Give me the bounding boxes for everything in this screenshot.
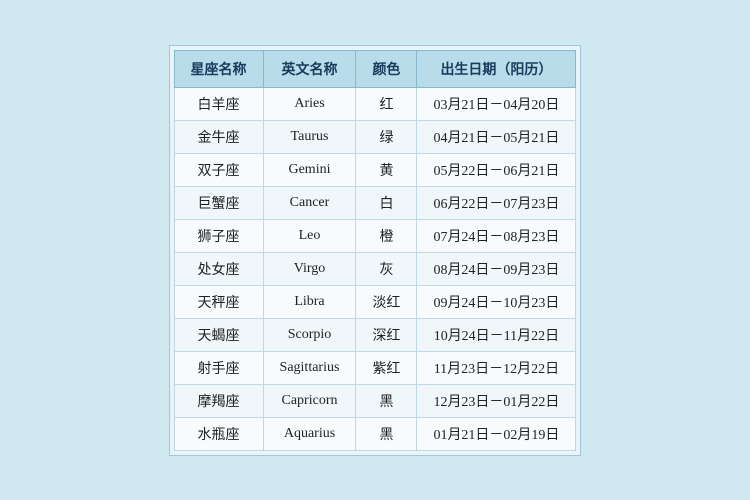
cell-r4-c2: 橙 xyxy=(356,219,417,252)
cell-r7-c0: 天蝎座 xyxy=(174,318,263,351)
cell-r3-c3: 06月22日－07月23日 xyxy=(417,186,576,219)
table-row: 金牛座Taurus绿04月21日－05月21日 xyxy=(174,120,576,153)
cell-r1-c2: 绿 xyxy=(356,120,417,153)
cell-r4-c1: Leo xyxy=(263,219,356,252)
cell-r10-c3: 01月21日－02月19日 xyxy=(417,417,576,450)
table-row: 天秤座Libra淡红09月24日－10月23日 xyxy=(174,285,576,318)
cell-r0-c3: 03月21日－04月20日 xyxy=(417,87,576,120)
zodiac-table-container: 星座名称 英文名称 颜色 出生日期（阳历） 白羊座Aries红03月21日－04… xyxy=(169,45,582,456)
table-row: 狮子座Leo橙07月24日－08月23日 xyxy=(174,219,576,252)
cell-r1-c1: Taurus xyxy=(263,120,356,153)
cell-r2-c3: 05月22日－06月21日 xyxy=(417,153,576,186)
col-header-english-name: 英文名称 xyxy=(263,50,356,87)
cell-r1-c0: 金牛座 xyxy=(174,120,263,153)
col-header-chinese-name: 星座名称 xyxy=(174,50,263,87)
cell-r2-c1: Gemini xyxy=(263,153,356,186)
cell-r5-c0: 处女座 xyxy=(174,252,263,285)
cell-r7-c2: 深红 xyxy=(356,318,417,351)
table-row: 摩羯座Capricorn黑12月23日－01月22日 xyxy=(174,384,576,417)
cell-r6-c2: 淡红 xyxy=(356,285,417,318)
cell-r8-c2: 紫红 xyxy=(356,351,417,384)
cell-r3-c1: Cancer xyxy=(263,186,356,219)
cell-r4-c3: 07月24日－08月23日 xyxy=(417,219,576,252)
cell-r0-c0: 白羊座 xyxy=(174,87,263,120)
cell-r7-c1: Scorpio xyxy=(263,318,356,351)
table-row: 巨蟹座Cancer白06月22日－07月23日 xyxy=(174,186,576,219)
zodiac-table: 星座名称 英文名称 颜色 出生日期（阳历） 白羊座Aries红03月21日－04… xyxy=(174,50,577,451)
table-row: 射手座Sagittarius紫红11月23日－12月22日 xyxy=(174,351,576,384)
cell-r9-c1: Capricorn xyxy=(263,384,356,417)
cell-r10-c0: 水瓶座 xyxy=(174,417,263,450)
table-row: 双子座Gemini黄05月22日－06月21日 xyxy=(174,153,576,186)
cell-r4-c0: 狮子座 xyxy=(174,219,263,252)
cell-r3-c2: 白 xyxy=(356,186,417,219)
cell-r1-c3: 04月21日－05月21日 xyxy=(417,120,576,153)
cell-r0-c1: Aries xyxy=(263,87,356,120)
cell-r2-c2: 黄 xyxy=(356,153,417,186)
col-header-birthdate: 出生日期（阳历） xyxy=(417,50,576,87)
cell-r0-c2: 红 xyxy=(356,87,417,120)
cell-r2-c0: 双子座 xyxy=(174,153,263,186)
cell-r6-c3: 09月24日－10月23日 xyxy=(417,285,576,318)
cell-r9-c3: 12月23日－01月22日 xyxy=(417,384,576,417)
cell-r6-c0: 天秤座 xyxy=(174,285,263,318)
cell-r10-c1: Aquarius xyxy=(263,417,356,450)
table-body: 白羊座Aries红03月21日－04月20日金牛座Taurus绿04月21日－0… xyxy=(174,87,576,450)
col-header-color: 颜色 xyxy=(356,50,417,87)
cell-r10-c2: 黑 xyxy=(356,417,417,450)
cell-r9-c2: 黑 xyxy=(356,384,417,417)
table-row: 白羊座Aries红03月21日－04月20日 xyxy=(174,87,576,120)
table-row: 水瓶座Aquarius黑01月21日－02月19日 xyxy=(174,417,576,450)
cell-r5-c3: 08月24日－09月23日 xyxy=(417,252,576,285)
cell-r8-c0: 射手座 xyxy=(174,351,263,384)
cell-r3-c0: 巨蟹座 xyxy=(174,186,263,219)
cell-r6-c1: Libra xyxy=(263,285,356,318)
cell-r5-c2: 灰 xyxy=(356,252,417,285)
cell-r5-c1: Virgo xyxy=(263,252,356,285)
cell-r8-c1: Sagittarius xyxy=(263,351,356,384)
table-row: 天蝎座Scorpio深红10月24日－11月22日 xyxy=(174,318,576,351)
table-row: 处女座Virgo灰08月24日－09月23日 xyxy=(174,252,576,285)
table-header-row: 星座名称 英文名称 颜色 出生日期（阳历） xyxy=(174,50,576,87)
cell-r9-c0: 摩羯座 xyxy=(174,384,263,417)
cell-r8-c3: 11月23日－12月22日 xyxy=(417,351,576,384)
cell-r7-c3: 10月24日－11月22日 xyxy=(417,318,576,351)
